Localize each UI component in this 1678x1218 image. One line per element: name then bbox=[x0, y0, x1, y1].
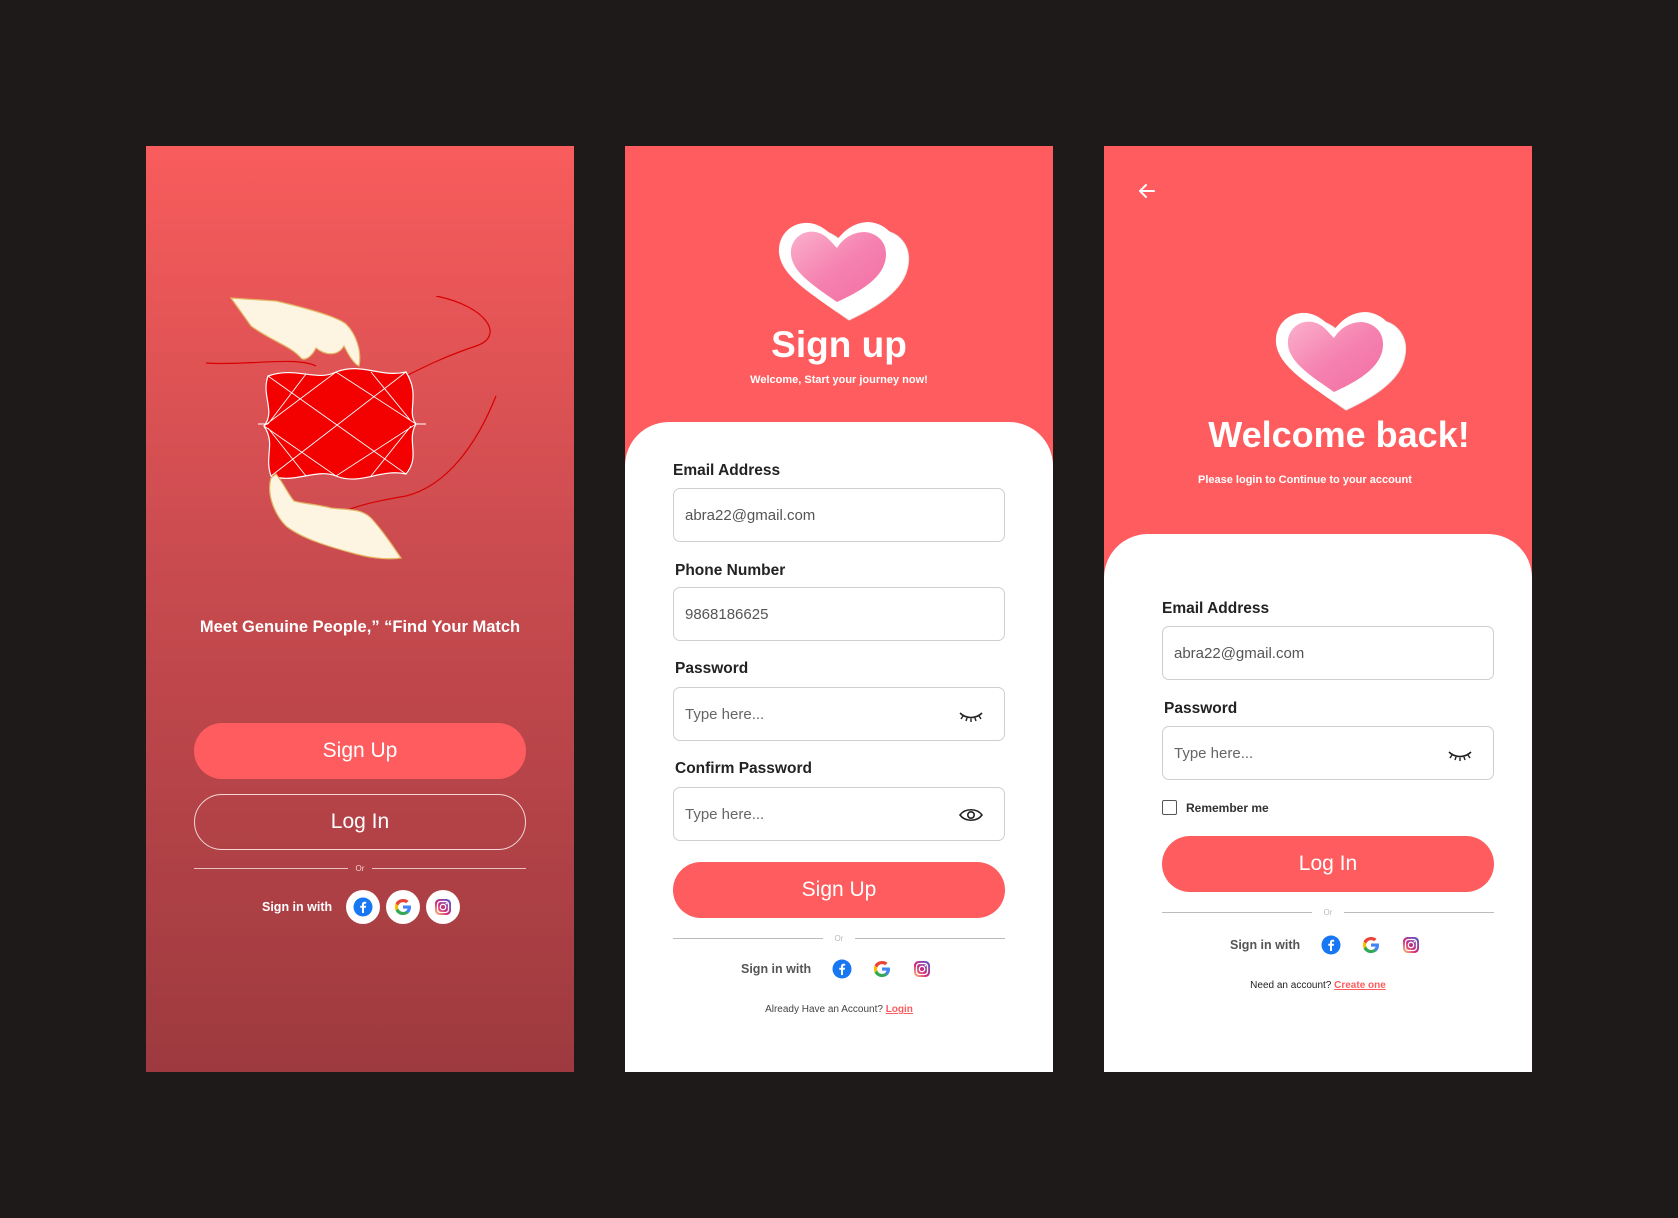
page-subtitle: Please login to Continue to your account bbox=[1198, 474, 1412, 486]
facebook-icon[interactable] bbox=[1314, 928, 1348, 962]
already-account-label: Already Have an Account? bbox=[765, 1004, 883, 1015]
tagline: Meet Genuine People,” “Find Your Match bbox=[199, 618, 521, 636]
facebook-icon[interactable] bbox=[825, 952, 859, 986]
page-subtitle: Welcome, Start your journey now! bbox=[750, 374, 928, 386]
email-field[interactable] bbox=[1162, 626, 1494, 680]
email-input[interactable] bbox=[674, 489, 1004, 541]
need-account-label: Need an account? bbox=[1250, 980, 1332, 991]
phone-field[interactable] bbox=[673, 587, 1005, 641]
confirm-password-field[interactable] bbox=[673, 787, 1005, 841]
social-signin-row: Sign in with bbox=[1230, 928, 1434, 962]
login-link[interactable]: Login bbox=[886, 1004, 913, 1015]
password-input[interactable] bbox=[674, 688, 1004, 740]
password-label: Password bbox=[675, 660, 749, 677]
divider-left bbox=[1162, 912, 1312, 913]
phone-label: Phone Number bbox=[675, 562, 786, 579]
password-label: Password bbox=[1164, 700, 1238, 717]
heart-icon bbox=[778, 222, 909, 321]
divider-left bbox=[673, 938, 823, 939]
remember-me-label: Remember me bbox=[1186, 800, 1269, 815]
welcome-screen: Meet Genuine People,” “Find Your Match S… bbox=[146, 146, 574, 1072]
phone-input[interactable] bbox=[674, 588, 1004, 640]
divider-right bbox=[855, 938, 1005, 939]
divider-right bbox=[372, 868, 526, 869]
google-icon[interactable] bbox=[865, 952, 899, 986]
divider-left bbox=[194, 868, 348, 869]
password-field[interactable] bbox=[1162, 726, 1494, 780]
heart-icon bbox=[1275, 312, 1406, 411]
password-input[interactable] bbox=[1163, 727, 1493, 779]
email-input[interactable] bbox=[1163, 627, 1493, 679]
signup-screen: Sign up Welcome, Start your journey now!… bbox=[625, 146, 1053, 1072]
need-account-text: Need an account? Create one bbox=[1104, 980, 1532, 991]
confirm-password-label: Confirm Password bbox=[675, 760, 812, 777]
page-title: Sign up bbox=[771, 324, 907, 365]
remember-me-checkbox[interactable] bbox=[1162, 800, 1177, 815]
confirm-password-input[interactable] bbox=[674, 788, 1004, 840]
instagram-icon[interactable] bbox=[1394, 928, 1428, 962]
signup-form-card: Email Address Phone Number Password Conf… bbox=[625, 422, 1053, 1072]
back-arrow-icon[interactable] bbox=[1134, 178, 1160, 204]
page-title: Welcome back! bbox=[1208, 414, 1470, 455]
divider-right bbox=[1344, 912, 1494, 913]
instagram-icon[interactable] bbox=[426, 890, 461, 924]
sign-in-with-label: Sign in with bbox=[1230, 938, 1301, 952]
social-signin-row: Sign in with bbox=[741, 952, 945, 986]
remember-me-row: Remember me bbox=[1162, 800, 1269, 815]
social-signin-row: Sign in with bbox=[262, 890, 466, 924]
login-screen: Welcome back! Please login to Continue t… bbox=[1104, 146, 1532, 1072]
facebook-icon[interactable] bbox=[346, 890, 381, 924]
signup-button[interactable]: Sign Up bbox=[194, 723, 526, 779]
login-form-card: Email Address Password Remember me Log I… bbox=[1104, 534, 1532, 1072]
eye-open-icon[interactable] bbox=[958, 805, 984, 825]
instagram-icon[interactable] bbox=[905, 952, 939, 986]
email-field[interactable] bbox=[673, 488, 1005, 542]
eye-closed-icon[interactable] bbox=[1447, 744, 1473, 764]
sign-in-with-label: Sign in with bbox=[741, 962, 812, 976]
eye-closed-icon[interactable] bbox=[958, 705, 984, 725]
password-field[interactable] bbox=[673, 687, 1005, 741]
hands-gift-illustration bbox=[206, 296, 497, 560]
login-submit-button[interactable]: Log In bbox=[1162, 836, 1494, 892]
google-icon[interactable] bbox=[386, 890, 421, 924]
create-account-link[interactable]: Create one bbox=[1334, 980, 1386, 991]
already-account-text: Already Have an Account? Login bbox=[625, 1004, 1053, 1015]
sign-in-with-label: Sign in with bbox=[262, 900, 333, 914]
google-icon[interactable] bbox=[1354, 928, 1388, 962]
email-label: Email Address bbox=[673, 462, 781, 479]
login-button[interactable]: Log In bbox=[194, 794, 526, 850]
signup-submit-button[interactable]: Sign Up bbox=[673, 862, 1005, 918]
email-label: Email Address bbox=[1162, 600, 1270, 617]
